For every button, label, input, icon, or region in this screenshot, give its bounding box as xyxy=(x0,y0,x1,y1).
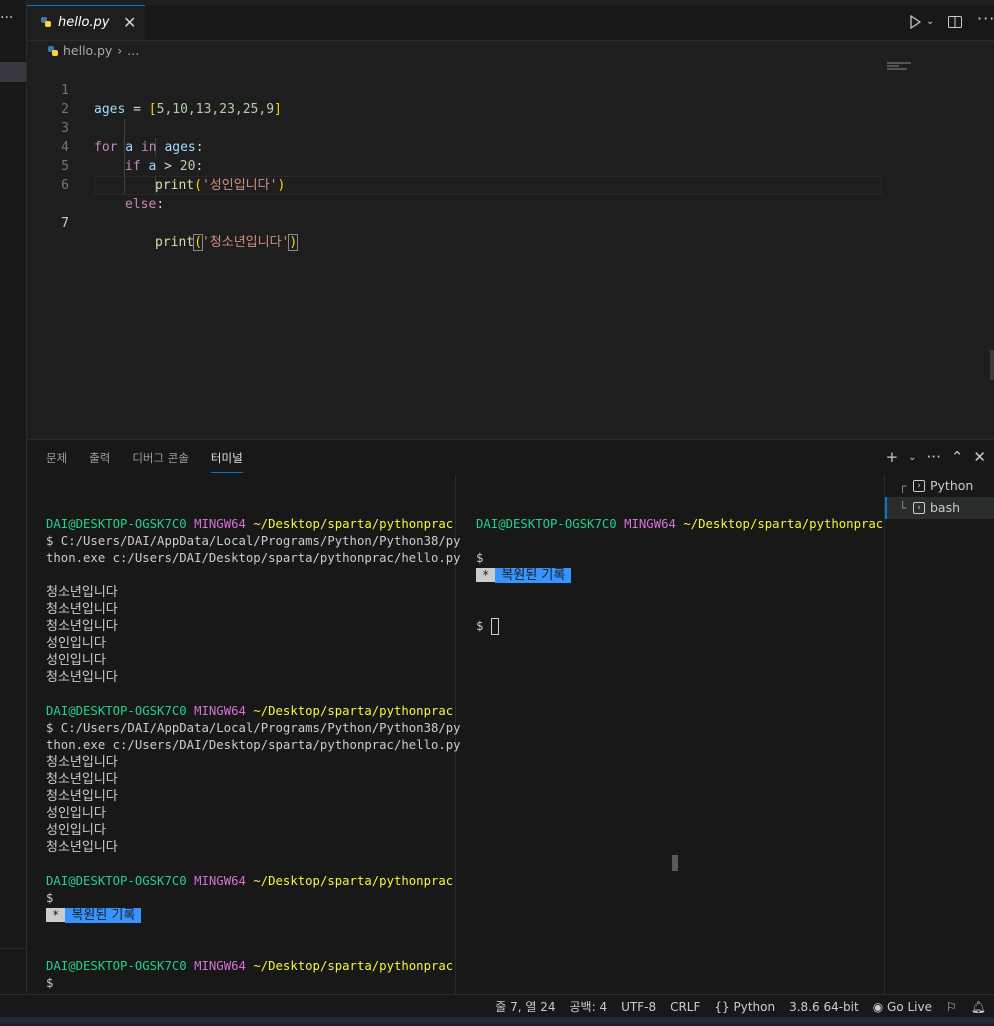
command-line: $ C:/Users/DAI/AppData/Local/Programs/Py… xyxy=(46,721,461,735)
code-line[interactable]: 1 ages = [5,10,13,23,25,9] xyxy=(27,62,880,117)
line-number: 7 xyxy=(61,216,69,231)
output-line: 청소년입니다 xyxy=(46,772,118,787)
restored-history-marker: * 복원된 기록 xyxy=(46,907,456,924)
code-line[interactable]: 3 for a in ages: xyxy=(27,100,880,155)
new-terminal-icon[interactable]: + xyxy=(886,448,899,466)
prompt-line: DAI@DESKTOP-OGSK7C0 MINGW64 ~/Desktop/sp… xyxy=(46,517,454,531)
minimap[interactable] xyxy=(887,62,917,76)
status-bar: 줄 7, 열 24 공백: 4 UTF-8 CRLF {} Python 3.8… xyxy=(0,994,994,1017)
prompt-symbol: $ xyxy=(476,551,484,565)
tab-hello-py[interactable]: hello.py ✕ xyxy=(27,5,145,40)
code-line[interactable]: 6 else: xyxy=(27,157,880,212)
bottom-panel: 문제 출력 디버그 콘솔 터미널 + ⌄ ··· ⌃ ✕ DAI@DESKTOP… xyxy=(27,439,994,995)
command-line: thon.exe c:/Users/DAI/Desktop/sparta/pyt… xyxy=(46,551,461,565)
bell-icon[interactable]: 🔔︎ xyxy=(971,1000,986,1014)
language-mode[interactable]: {} Python xyxy=(714,1000,775,1014)
terminal-list: ┌ › Python └ › bash xyxy=(884,475,994,995)
more-actions-icon[interactable]: ··· xyxy=(0,10,13,26)
current-line-highlight xyxy=(94,176,882,195)
more-actions-icon[interactable]: ··· xyxy=(977,9,994,28)
terminal-item-python[interactable]: ┌ › Python xyxy=(885,475,994,497)
close-icon[interactable]: ✕ xyxy=(123,13,136,32)
command-line: thon.exe c:/Users/DAI/Desktop/sparta/pyt… xyxy=(46,738,461,752)
output-line: 청소년입니다 xyxy=(46,602,118,617)
breadcrumb-more[interactable]: ... xyxy=(127,43,139,58)
tab-label: hello.py xyxy=(58,15,110,30)
editor-tab-bar: hello.py ✕ ⌄ ··· xyxy=(27,5,994,41)
command-line: $ C:/Users/DAI/AppData/Local/Programs/Py… xyxy=(46,534,461,548)
go-live-button[interactable]: ◉ Go Live xyxy=(873,1000,932,1014)
chevron-down-icon[interactable]: ⌄ xyxy=(926,16,934,27)
terminal-icon: › xyxy=(913,480,925,492)
python-interpreter[interactable]: 3.8.6 64-bit xyxy=(789,1000,859,1014)
panel-actions: + ⌄ ··· ⌃ ✕ xyxy=(886,448,986,466)
python-file-icon xyxy=(41,17,51,27)
output-line: 청소년입니다 xyxy=(46,755,118,770)
code-line[interactable]: 5 print('성인입니다') xyxy=(27,138,880,193)
output-line: 청소년입니다 xyxy=(46,789,118,804)
sidebar-edge: ··· xyxy=(0,0,27,994)
prompt-line: DAI@DESKTOP-OGSK7C0 MINGW64 ~/Desktop/sp… xyxy=(46,704,454,718)
terminal-item-bash[interactable]: └ › bash xyxy=(885,497,994,519)
prompt-symbol: $ xyxy=(46,891,54,905)
divider xyxy=(0,948,26,949)
indentation[interactable]: 공백: 4 xyxy=(570,998,608,1015)
os-taskbar xyxy=(0,1017,994,1024)
maximize-panel-icon[interactable]: ⌃ xyxy=(951,448,964,466)
sidebar-selected-item[interactable] xyxy=(0,62,26,82)
terminal-icon: › xyxy=(913,502,925,514)
terminal-cursor xyxy=(490,618,499,635)
braces-icon: {} xyxy=(714,999,730,1014)
encoding[interactable]: UTF-8 xyxy=(621,1000,656,1014)
chevron-down-icon[interactable]: ⌄ xyxy=(908,452,916,463)
prompt-symbol: $ xyxy=(46,976,54,990)
python-file-icon xyxy=(48,45,58,56)
breadcrumb[interactable]: hello.py › ... xyxy=(48,43,139,58)
terminal-right[interactable]: DAI@DESKTOP-OGSK7C0 MINGW64 ~/Desktop/sp… xyxy=(476,499,886,669)
split-editor-icon[interactable] xyxy=(947,14,963,30)
tab-output[interactable]: 출력 xyxy=(89,450,110,473)
prompt-line-active: $ xyxy=(476,618,886,635)
tab-debug-console[interactable]: 디버그 콘솔 xyxy=(132,450,189,473)
close-icon[interactable]: ✕ xyxy=(973,448,986,466)
code-line-current[interactable]: 7 print('청소년입니다') xyxy=(27,176,882,251)
broadcast-icon: ◉ xyxy=(872,999,884,1014)
code-line[interactable]: 2 xyxy=(27,81,880,117)
chevron-right-icon: › xyxy=(117,43,123,58)
breadcrumb-file[interactable]: hello.py xyxy=(63,43,112,58)
scrollbar[interactable] xyxy=(990,350,994,380)
prompt-line: DAI@DESKTOP-OGSK7C0 MINGW64 ~/Desktop/sp… xyxy=(46,959,454,973)
output-line: 청소년입니다 xyxy=(46,840,118,855)
code-editor[interactable]: 1 ages = [5,10,13,23,25,9] 2 3 for a in … xyxy=(27,62,994,437)
end-of-line[interactable]: CRLF xyxy=(670,1000,700,1014)
output-line: 성인입니다 xyxy=(46,636,106,651)
panel-tabs: 문제 출력 디버그 콘솔 터미널 xyxy=(46,450,243,473)
tab-problems[interactable]: 문제 xyxy=(46,450,67,473)
prompt-line: DAI@DESKTOP-OGSK7C0 MINGW64 ~/Desktop/sp… xyxy=(46,874,454,888)
restored-history-marker: * 복원된 기록 xyxy=(476,567,886,584)
output-line: 청소년입니다 xyxy=(46,585,118,600)
scrollbar-thumb[interactable] xyxy=(672,855,678,871)
tab-terminal[interactable]: 터미널 xyxy=(210,450,243,473)
more-actions-icon[interactable]: ··· xyxy=(927,448,941,466)
run-icon[interactable] xyxy=(907,14,923,30)
cursor-position[interactable]: 줄 7, 열 24 xyxy=(495,998,555,1015)
output-line: 청소년입니다 xyxy=(46,619,118,634)
output-line: 성인입니다 xyxy=(46,653,106,668)
output-line: 청소년입니다 xyxy=(46,670,118,685)
code-line[interactable]: 4 if a > 20: xyxy=(27,119,880,174)
feedback-icon[interactable]: ⚐ xyxy=(946,1000,957,1014)
output-line: 성인입니다 xyxy=(46,823,106,838)
prompt-line: DAI@DESKTOP-OGSK7C0 MINGW64 ~/Desktop/sp… xyxy=(476,517,884,531)
terminal-left[interactable]: DAI@DESKTOP-OGSK7C0 MINGW64 ~/Desktop/sp… xyxy=(46,499,461,1026)
output-line: 성인입니다 xyxy=(46,806,106,821)
